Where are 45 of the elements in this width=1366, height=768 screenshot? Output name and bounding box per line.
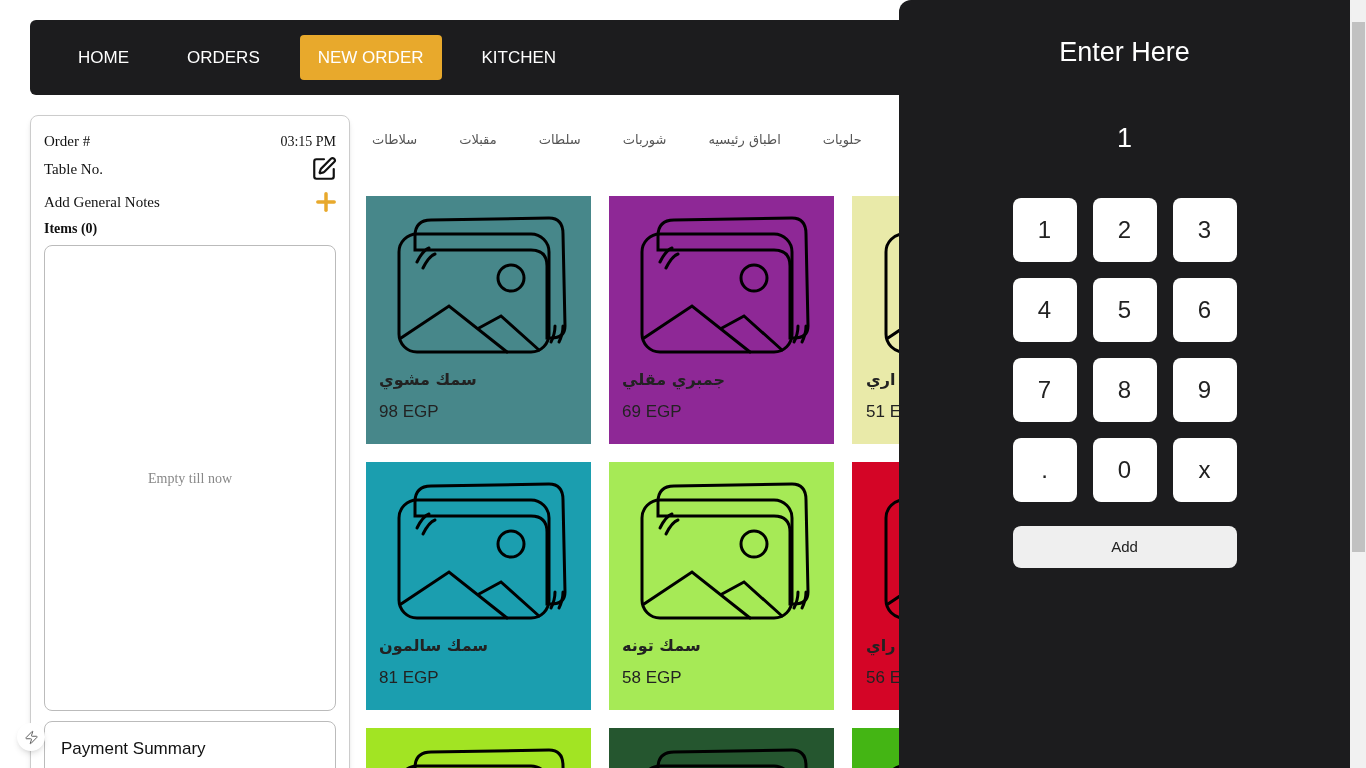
product-name: اري bbox=[866, 370, 896, 390]
general-notes-label: Add General Notes bbox=[44, 192, 160, 212]
category-tab[interactable]: شوربات bbox=[622, 130, 667, 150]
product-price: 81 EGP bbox=[379, 668, 440, 688]
keypad-key[interactable]: 9 bbox=[1172, 358, 1237, 422]
empty-message: Empty till now bbox=[148, 469, 232, 488]
add-button[interactable]: Add bbox=[1012, 526, 1237, 568]
keypad-key[interactable]: 8 bbox=[1092, 358, 1157, 422]
product-price: 58 EGP bbox=[622, 668, 683, 688]
payment-summary-title: Payment Summary bbox=[61, 739, 206, 758]
nav-tab[interactable]: ORDERS bbox=[169, 35, 278, 80]
items-count: Items (0) bbox=[44, 220, 99, 238]
keypad-key[interactable]: 6 bbox=[1172, 278, 1237, 342]
keypad-key[interactable]: 5 bbox=[1092, 278, 1157, 342]
keypad-title: Enter Here bbox=[1059, 36, 1190, 68]
scrollbar[interactable] bbox=[1350, 0, 1366, 768]
edit-icon[interactable] bbox=[311, 156, 337, 182]
order-number-label: Order # bbox=[44, 131, 91, 151]
keypad-key[interactable]: 2 bbox=[1092, 198, 1157, 262]
nav-tab[interactable]: HOME bbox=[60, 35, 147, 80]
lightning-icon bbox=[23, 729, 39, 745]
keypad-key[interactable]: x bbox=[1172, 438, 1237, 502]
table-number-label: Table No. bbox=[44, 159, 103, 179]
keypad-key[interactable]: 0 bbox=[1092, 438, 1157, 502]
product-price: 98 EGP bbox=[379, 402, 440, 422]
product-name: سمك مشوي bbox=[379, 370, 477, 390]
keypad-key[interactable]: . bbox=[1012, 438, 1077, 502]
quick-action-button[interactable] bbox=[17, 723, 45, 751]
entered-value: 1 bbox=[1117, 122, 1132, 154]
category-tab[interactable]: مقبلات bbox=[459, 130, 497, 150]
product-name: سمك تونه bbox=[622, 636, 701, 656]
product-name: جمبري مقلي bbox=[622, 370, 726, 390]
category-tab[interactable]: اطباق رئيسيه bbox=[708, 130, 781, 150]
product-name: سمك سالمون bbox=[379, 636, 489, 656]
keypad-key[interactable]: 3 bbox=[1172, 198, 1237, 262]
product-name: راي bbox=[866, 636, 896, 656]
category-tab[interactable]: سلاطات bbox=[372, 130, 418, 150]
order-time: 03:15 PM bbox=[280, 132, 336, 151]
product-price: 69 EGP bbox=[622, 402, 683, 422]
category-tab[interactable]: حلويات bbox=[822, 130, 862, 150]
keypad-key[interactable]: 1 bbox=[1012, 198, 1077, 262]
keypad-key[interactable]: 4 bbox=[1012, 278, 1077, 342]
nav-tab[interactable]: KITCHEN bbox=[463, 35, 575, 80]
keypad-key[interactable]: 7 bbox=[1012, 358, 1077, 422]
category-tab[interactable]: سلطات bbox=[538, 130, 581, 150]
